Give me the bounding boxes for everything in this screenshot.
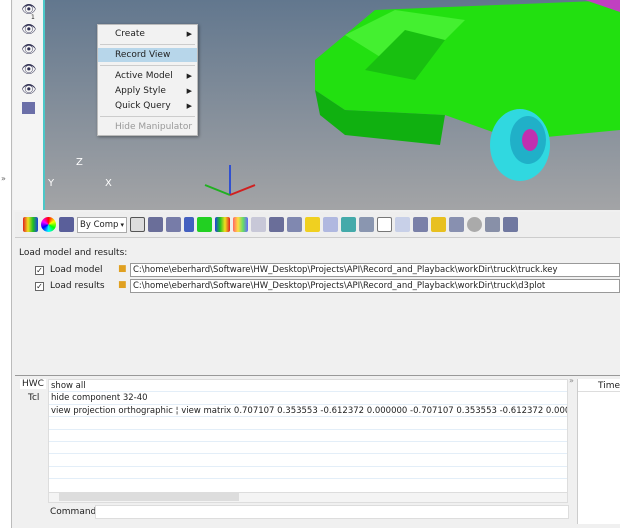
tracing-icon[interactable] [341, 217, 356, 232]
command-input[interactable] [95, 505, 569, 519]
bands-icon[interactable] [233, 217, 248, 232]
context-menu: Create ▶ Record View Active Model ▶ Apply … [97, 24, 198, 136]
eye-component-icon[interactable]: 👁 [19, 22, 39, 40]
menu-label: Create [115, 29, 145, 39]
menu-label: Hide Manipulator [115, 122, 193, 132]
chevron-down-icon: ▾ [120, 220, 124, 229]
load-model-row: ✓ Load model [35, 263, 102, 277]
menu-item-create[interactable]: Create ▶ [98, 27, 197, 41]
history-list: show all hide component 32-40 view proje… [48, 379, 568, 503]
eye-set-icon[interactable]: 👁 [19, 82, 39, 100]
load-model-checkbox[interactable]: ✓ [35, 265, 44, 275]
feature-lines-icon[interactable] [166, 217, 181, 232]
shaded-icon[interactable] [148, 217, 163, 232]
color-mode-select[interactable]: By Comp ▾ [77, 216, 127, 233]
vector-icon[interactable] [359, 217, 374, 232]
menu-label: Active Model [115, 71, 173, 81]
folder-icon[interactable]: ■ [118, 280, 127, 290]
legend-icon[interactable] [215, 217, 230, 232]
history-line[interactable]: show all [49, 380, 567, 393]
group-icon[interactable] [197, 217, 212, 232]
menu-item-active-model[interactable]: Active Model ▶ [98, 69, 197, 83]
visibility-strip: 👁 1 👁 👁 👁 👁 [13, 0, 45, 210]
separator [100, 44, 195, 45]
menu-item-hide-manipulator: Hide Manipulator [98, 120, 197, 134]
eye-icon[interactable]: 👁 [19, 2, 39, 20]
load-panel: Load model and results: ✓ Load model ■ C:… [15, 240, 620, 372]
menu-label: Quick Query [115, 101, 171, 111]
mirror-icon[interactable] [184, 217, 194, 232]
submenu-arrow-icon: ▶ [186, 102, 192, 110]
mesh-icon[interactable] [22, 102, 35, 114]
collapse-icon[interactable]: » [1, 174, 6, 183]
comment-icon[interactable] [467, 217, 482, 232]
expand-icon[interactable]: » [569, 376, 574, 385]
menu-item-apply-style[interactable]: Apply Style ▶ [98, 84, 197, 98]
history-line[interactable]: view projection orthographic ¦ view matr… [49, 405, 567, 418]
iso-icon[interactable] [485, 217, 500, 232]
menu-item-record-view[interactable]: Record View [98, 48, 197, 62]
measure-icon[interactable] [413, 217, 428, 232]
eye-assembly2-icon[interactable]: 👁 [19, 62, 39, 80]
note-icon[interactable] [377, 217, 392, 232]
query-icon[interactable] [395, 217, 410, 232]
separator [100, 116, 195, 117]
deform-icon[interactable] [287, 217, 302, 232]
eye-assembly-icon[interactable]: 👁 [19, 42, 39, 60]
results-path-input[interactable]: C:\home\eberhard\Software\HW_Desktop\Pro… [130, 279, 620, 293]
tab-tcl[interactable]: Tcl [28, 393, 39, 403]
load-results-checkbox[interactable]: ✓ [35, 281, 44, 291]
separator [100, 65, 195, 66]
component-color-icon[interactable] [59, 217, 74, 232]
history-line[interactable]: hide component 32-40 [49, 392, 567, 405]
load-icon[interactable] [305, 217, 320, 232]
results-math-icon[interactable] [323, 217, 338, 232]
tab-hwc[interactable]: HWC [20, 379, 46, 389]
command-label: Command: [50, 507, 100, 517]
wireframe-icon[interactable] [130, 217, 145, 232]
load-results-label: Load results [50, 281, 105, 291]
submenu-arrow-icon: ▶ [186, 72, 192, 80]
left-panel: » [0, 0, 12, 528]
menu-item-quick-query[interactable]: Quick Query ▶ [98, 99, 197, 113]
path-icon[interactable] [431, 217, 446, 232]
badge: 1 [31, 14, 35, 21]
submenu-arrow-icon: ▶ [186, 87, 192, 95]
folder-icon[interactable]: ■ [118, 264, 127, 274]
menu-label: Record View [115, 50, 171, 60]
section-cut-icon[interactable] [449, 217, 464, 232]
axis-z-label: Z [76, 157, 83, 168]
time-panel: Time [577, 379, 620, 524]
toolbar: By Comp ▾ [15, 212, 620, 238]
color-mode-value: By Comp [80, 219, 119, 230]
load-results-row: ✓ Load results [35, 279, 105, 293]
load-model-label: Load model [50, 265, 103, 275]
section-icon[interactable] [251, 217, 266, 232]
time-column-header: Time [578, 379, 620, 392]
menu-label: Apply Style [115, 86, 166, 96]
submenu-arrow-icon: ▶ [186, 30, 192, 38]
axis-x-label: X [105, 178, 112, 189]
horizontal-scrollbar[interactable] [49, 492, 567, 502]
axis-y-label: Y [48, 178, 55, 189]
cube-icon[interactable] [269, 217, 284, 232]
explode-icon[interactable] [503, 217, 518, 232]
model-path-input[interactable]: C:\home\eberhard\Software\HW_Desktop\Pro… [130, 263, 620, 277]
load-panel-title: Load model and results: [19, 248, 128, 258]
command-window: HWC Tcl show all hide component 32-40 vi… [15, 375, 620, 525]
color-wheel-icon[interactable] [41, 217, 56, 232]
contour-icon[interactable] [23, 217, 38, 232]
